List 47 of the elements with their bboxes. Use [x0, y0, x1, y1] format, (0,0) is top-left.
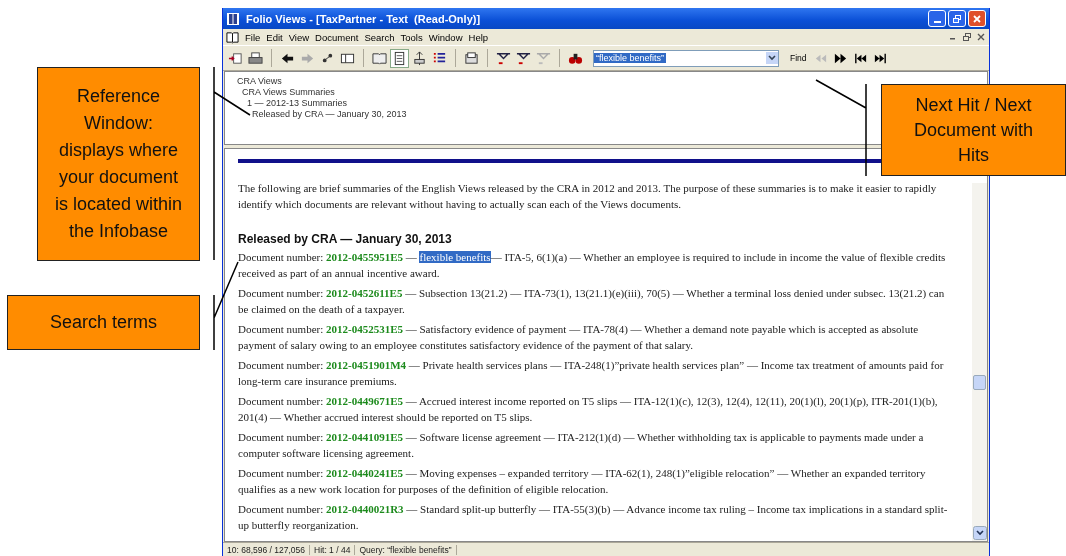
status-text: Query: “flexible benefits” — [355, 544, 457, 555]
document-entry: Document number: 2012-0449671E5 — Accrued interest income reported on T5 slips — ITA-12(1)(c), 12(3), 12(4), 12(11), 20(1)(l), 20(1)(p), ITR-201(1)(b), 201(4) — Whether accrued interest should be reported on T5 slips. — [238, 394, 939, 425]
intro-paragraph: The following are brief summaries of the English Views released by the CRA in 2012 and 2013. The purpose of these summaries is to make it easier to rapidly identify which documents are relevant without having to actually scan each of the Views documents. — [238, 181, 938, 212]
print-preview-icon[interactable] — [463, 49, 480, 67]
reference-item[interactable]: CRA Views — [237, 76, 282, 86]
window-title: Folio Views - [TaxPartner - Text (Read-Only)] — [246, 12, 482, 25]
find-label: Find — [790, 53, 807, 63]
document-entry: Document number: 2012-0451901M4 — Private health services plans — ITA-248(1)”private health services plan” — Income tax treatment of amounts paid for long-term care insurance premiums. — [238, 358, 945, 389]
callout-box: Reference Window: displays where your document is located within the Infobase — [37, 67, 200, 261]
document-entry: Document number: 2012-0455951E5 — flexible benefits— ITA-5, 6(1)(a) — Whether an employee is required to include in income the value of flexible credits received as part of an annual incentive award. — [238, 250, 947, 281]
minimize-button[interactable] — [928, 10, 946, 27]
close-button[interactable] — [968, 10, 986, 27]
callout-box: Search terms — [7, 295, 200, 350]
dropdown-icon[interactable] — [766, 52, 778, 64]
status-text: 10: 68,596 / 127,056 — [223, 544, 310, 555]
callout-box: Next Hit / Next Document with Hits — [881, 84, 1066, 176]
close-icon[interactable] — [976, 32, 986, 42]
reference-item[interactable]: CRA Views Summaries — [242, 87, 335, 97]
reference-item[interactable]: 1 — 2012-13 Summaries — [247, 98, 348, 108]
scroll-thumb[interactable] — [973, 375, 986, 390]
restore-button[interactable] — [948, 10, 966, 27]
menu-item[interactable]: File — [242, 31, 264, 43]
menu-item[interactable]: Search — [361, 31, 398, 43]
reference-item[interactable]: Released by CRA — January 30, 2013 — [252, 109, 407, 119]
vertical-scrollbar[interactable] — [972, 183, 987, 541]
document-entry: Document number: 2012-0441091E5 — Software license agreement — ITA-212(1)(d) — Whether withholding tax is applicable to payments made under a computer software licensing agreement. — [238, 430, 925, 461]
restore-icon[interactable] — [962, 32, 972, 42]
menu-item[interactable]: Edit — [263, 31, 286, 43]
search-combo[interactable]: “flexible benefits” — [593, 49, 779, 67]
menu-item[interactable]: Window — [425, 31, 466, 43]
menu-item[interactable]: Help — [465, 31, 492, 43]
book-icon — [226, 11, 240, 26]
document-entry: Document number: 2012-0440021R3 — Standard split-up butterfly — ITA-55(3)(b) — Advance income tax ruling – Income tax implications in a standard split-up butterfly reorganization. — [238, 502, 948, 533]
menu-item[interactable]: Document — [312, 31, 362, 43]
scroll-down-icon[interactable] — [972, 526, 987, 540]
printer-icon[interactable] — [247, 49, 264, 67]
document-entry: Document number: 2012-0452531E5 — Satisfactory evidence of payment — ITA-78(4) — Whether a demand note payable which is accepted as absolute payment of salary owing to an employee constitutes satisfactory evidence of the payment of that salary. — [238, 322, 920, 353]
document-entry: Document number: 2012-0452611E5 — Subsection 13(21.2) — ITA-73(1), 13(21.1)(e)(iii), 70(5) — Whether a terminal loss denied under subsec. 13(21.2) can be claimed on the death of a taxpayer. — [238, 286, 946, 317]
close-icon — [972, 13, 982, 24]
section-heading: Released by CRA — January 30, 2013 — [238, 232, 453, 246]
status-text: Hit: 1 / 44 — [310, 544, 356, 555]
minimize-icon — [933, 20, 941, 23]
page-icon[interactable] — [391, 49, 408, 67]
menu-item[interactable]: Tools — [397, 31, 426, 43]
restore-icon — [952, 13, 962, 24]
menu-item[interactable]: View — [285, 31, 313, 43]
document-entry: Document number: 2012-0440241E5 — Moving expenses – expanded territory — ITA-62(1), 248(1)”eligible relocation” — Whether an expanded territory qualifies as a new work location for purposes of the definition of eligible relocation. — [238, 466, 927, 497]
